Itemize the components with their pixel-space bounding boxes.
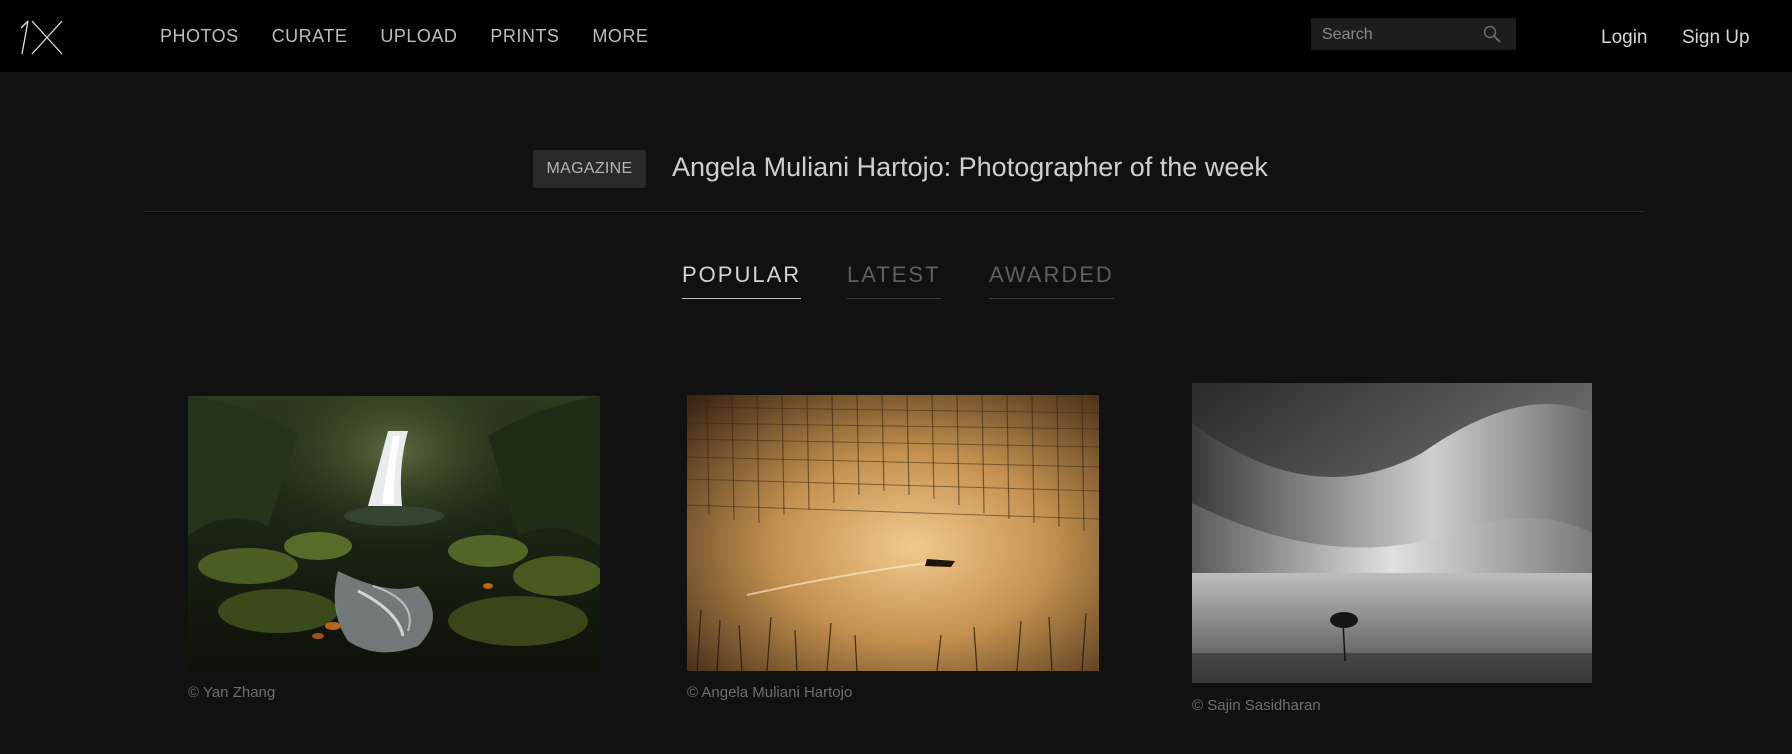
logo[interactable] <box>18 18 64 56</box>
photo-golden-sea[interactable] <box>687 395 1099 671</box>
search-icon[interactable] <box>1481 24 1503 46</box>
nav-upload[interactable]: UPLOAD <box>380 26 457 47</box>
search-input[interactable] <box>1320 23 1480 47</box>
nav-prints[interactable]: PRINTS <box>490 26 559 47</box>
magazine-badge[interactable]: MAGAZINE <box>533 150 646 188</box>
top-navigation-bar: PHOTOS CURATE UPLOAD PRINTS MORE Login S… <box>0 0 1792 72</box>
nav-photos[interactable]: PHOTOS <box>160 26 239 47</box>
magazine-article-title[interactable]: Angela Muliani Hartojo: Photographer of … <box>672 152 1268 183</box>
tab-popular[interactable]: POPULAR <box>682 262 802 299</box>
dunes-image <box>1192 383 1592 683</box>
1x-logo-icon <box>20 20 63 55</box>
photo-waterfall[interactable] <box>188 396 600 671</box>
divider <box>144 211 1644 212</box>
login-link[interactable]: Login <box>1601 0 1648 76</box>
photo-credit[interactable]: © Angela Muliani Hartojo <box>687 684 852 701</box>
nav-more[interactable]: MORE <box>592 26 648 47</box>
search-box <box>1311 18 1516 50</box>
signup-link[interactable]: Sign Up <box>1682 0 1750 76</box>
photo-dunes[interactable] <box>1192 383 1592 683</box>
nav-curate[interactable]: CURATE <box>272 26 348 47</box>
photo-credit[interactable]: © Yan Zhang <box>188 684 275 701</box>
photo-credit[interactable]: © Sajin Sasidharan <box>1192 697 1321 714</box>
golden-sea-image <box>687 395 1099 671</box>
tab-latest[interactable]: LATEST <box>847 262 941 299</box>
main-nav: PHOTOS CURATE UPLOAD PRINTS MORE <box>160 0 681 72</box>
tab-awarded[interactable]: AWARDED <box>989 262 1114 299</box>
waterfall-image <box>188 396 600 671</box>
magazine-banner: MAGAZINE Angela Muliani Hartojo: Photogr… <box>0 150 1792 190</box>
